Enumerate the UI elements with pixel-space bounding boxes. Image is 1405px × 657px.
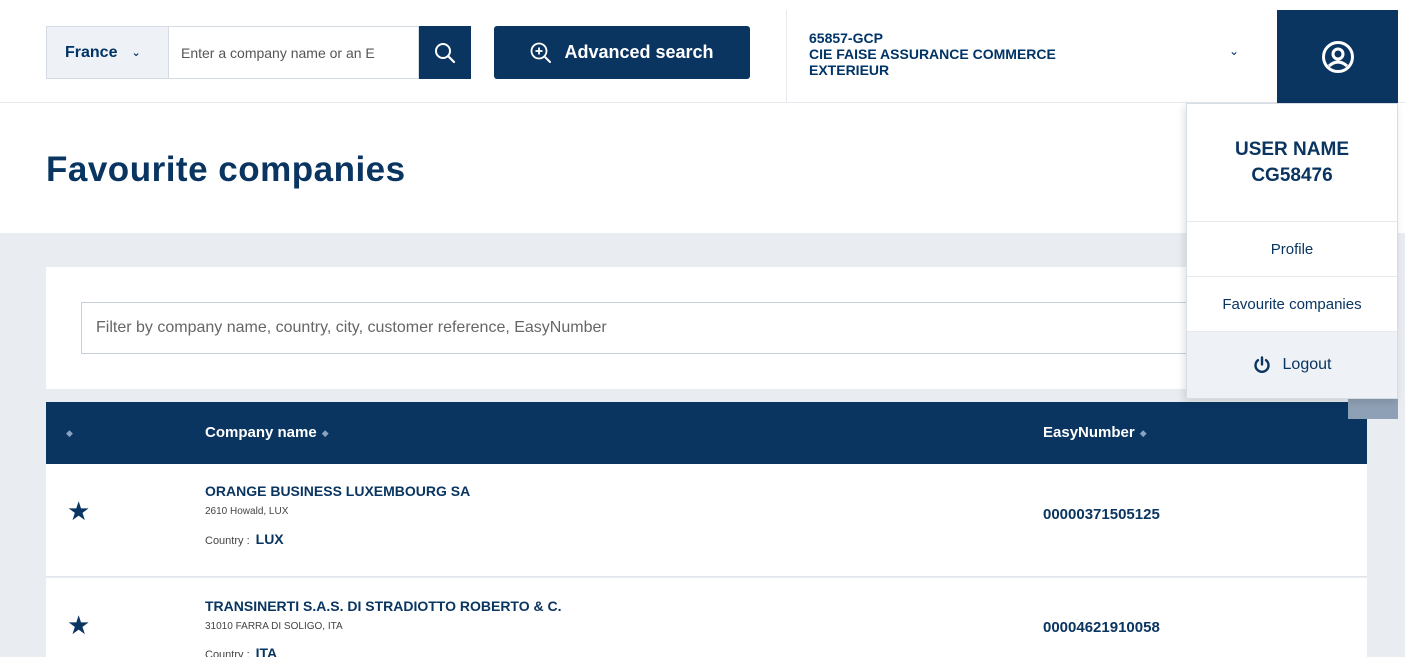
company-country: Country : ITA [205, 645, 277, 657]
user-icon [1321, 40, 1354, 73]
user-dropdown-menu: USER NAME CG58476 Profile Favourite comp… [1186, 103, 1398, 399]
favourite-sort-icon[interactable]: ◆ [66, 424, 73, 441]
chevron-down-icon[interactable]: ⌄ [1229, 44, 1239, 58]
country-label: Country : [205, 649, 250, 657]
company-name[interactable]: TRANSINERTI S.A.S. DI STRADIOTTO ROBERTO… [205, 598, 562, 614]
star-icon[interactable]: ★ [67, 610, 90, 641]
logout-button[interactable]: Logout [1187, 332, 1397, 398]
table-row[interactable]: ★ TRANSINERTI S.A.S. DI STRADIOTTO ROBER… [46, 578, 1367, 657]
column-header-label: EasyNumber [1043, 424, 1135, 441]
menu-item-label: Favourite companies [1222, 295, 1362, 313]
top-header: France ⌄ Advanced search 65857-GCP CIE F… [0, 0, 1405, 103]
table-row[interactable]: ★ ORANGE BUSINESS LUXEMBOURG SA 2610 How… [46, 464, 1367, 577]
sort-icon: ◆ [1139, 428, 1147, 438]
table-header: ◆ Company name ◆ EasyNumber ◆ [46, 402, 1367, 464]
zoom-in-icon [531, 42, 552, 63]
menu-item-label: Profile [1270, 240, 1314, 258]
user-name: USER NAME [1234, 138, 1349, 160]
advanced-search-button[interactable]: Advanced search [494, 26, 750, 79]
chevron-down-icon: ⌄ [131, 47, 141, 59]
user-info: USER NAME CG58476 [1187, 104, 1397, 222]
company-address: 31010 FARRA DI SOLIGO, ITA [205, 621, 343, 632]
country-select[interactable]: France ⌄ [46, 26, 168, 79]
search-icon [435, 42, 456, 63]
search-button[interactable] [419, 26, 471, 79]
easynumber-value: 00004621910058 [1043, 619, 1160, 636]
page-title: Favourite companies [46, 150, 406, 189]
country-label: Country : [205, 535, 250, 547]
account-selector[interactable]: 65857-GCP CIE FAISE ASSURANCE COMMERCE E… [809, 30, 1169, 78]
star-icon[interactable]: ★ [67, 496, 90, 527]
company-country: Country : LUX [205, 531, 284, 547]
company-name[interactable]: ORANGE BUSINESS LUXEMBOURG SA [205, 483, 470, 499]
column-header-label: Company name [205, 424, 317, 441]
advanced-search-label: Advanced search [564, 42, 714, 62]
country-select-value: France [65, 43, 118, 61]
power-icon [1253, 356, 1270, 374]
user-menu-button[interactable] [1277, 10, 1398, 103]
account-code: 65857-GCP [809, 30, 883, 46]
column-header-company-name[interactable]: Company name ◆ [205, 424, 329, 441]
account-name-line1: CIE FAISE ASSURANCE COMMERCE [809, 46, 1056, 62]
column-header-easynumber[interactable]: EasyNumber ◆ [1043, 424, 1147, 441]
menu-item-favourite-companies[interactable]: Favourite companies [1187, 277, 1397, 332]
company-search-input[interactable] [168, 26, 419, 79]
header-divider [786, 10, 787, 103]
logout-label: Logout [1282, 356, 1332, 373]
sort-icon: ◆ [321, 428, 329, 438]
user-id: CG58476 [1251, 164, 1333, 186]
country-value: LUX [255, 531, 284, 547]
company-address: 2610 Howald, LUX [205, 506, 289, 517]
easynumber-value: 00000371505125 [1043, 506, 1160, 523]
menu-item-profile[interactable]: Profile [1187, 222, 1397, 277]
country-value: ITA [255, 645, 278, 657]
account-name-line2: EXTERIEUR [809, 62, 890, 78]
filter-input[interactable] [81, 302, 1281, 354]
